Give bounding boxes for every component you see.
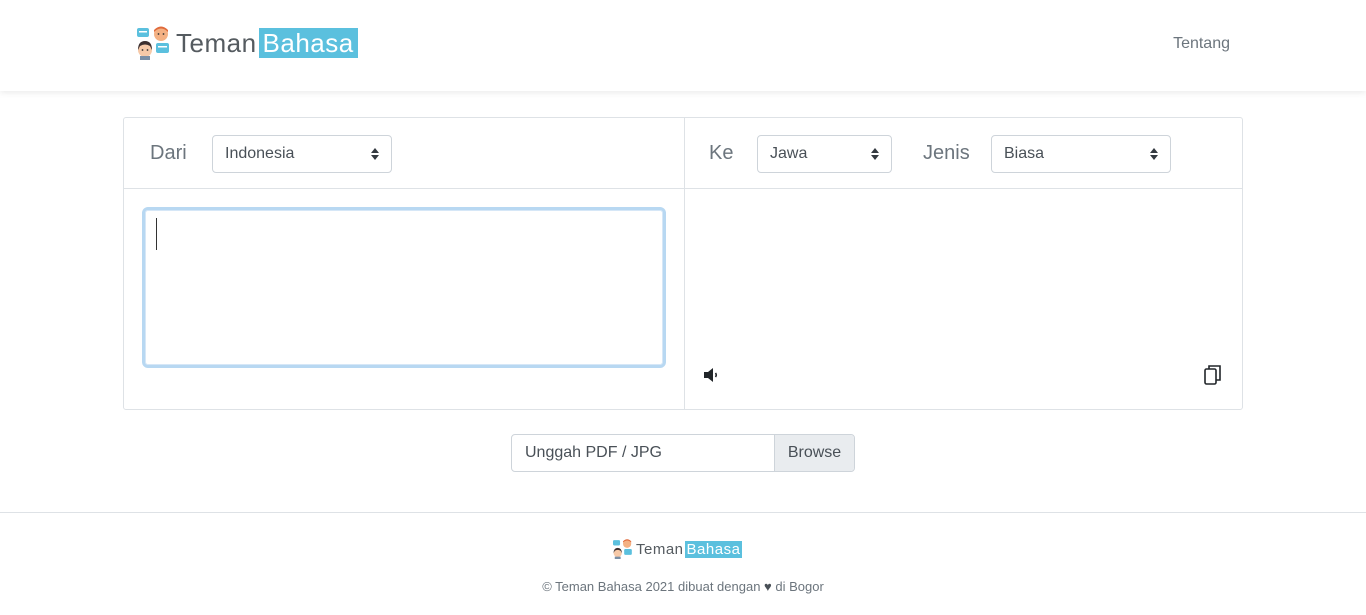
copyright-suffix: di Bogor <box>775 579 824 594</box>
to-language-value: Jawa <box>770 145 808 162</box>
people-chat-icon <box>136 26 172 60</box>
footer-brand-logo[interactable]: Teman Bahasa <box>612 539 743 559</box>
speaker-icon[interactable] <box>702 365 722 385</box>
text-caret <box>156 218 157 250</box>
type-label: Jenis <box>923 142 970 164</box>
row-divider <box>124 188 1242 189</box>
translator-card: Dari Indonesia Ke Jawa Jenis Biasa <box>123 117 1243 410</box>
heart-icon: ♥ <box>764 579 772 594</box>
select-arrows-icon <box>371 148 379 160</box>
footer: Teman Bahasa © Teman Bahasa 2021 dibuat … <box>0 512 1366 615</box>
nav-link-about[interactable]: Tentang <box>1173 35 1230 53</box>
from-language-select[interactable]: Indonesia <box>212 135 392 173</box>
browse-button[interactable]: Browse <box>774 435 854 471</box>
from-language-label: Dari <box>150 142 187 164</box>
copyright-prefix: © Teman Bahasa 2021 dibuat dengan <box>542 579 761 594</box>
brand-text-teman: Teman <box>176 27 257 58</box>
type-value: Biasa <box>1004 145 1045 162</box>
column-divider <box>684 118 685 409</box>
to-language-label: Ke <box>709 142 734 164</box>
copyright-text: © Teman Bahasa 2021 dibuat dengan ♥ di B… <box>0 579 1366 594</box>
brand-text-bahasa: Bahasa <box>258 28 358 58</box>
copy-icon[interactable] <box>1203 364 1223 385</box>
source-text-input[interactable] <box>142 207 666 368</box>
footer-brand-text-teman: Teman <box>636 540 684 558</box>
file-upload-input[interactable]: Unggah PDF / JPG Browse <box>511 434 855 472</box>
type-select[interactable]: Biasa <box>991 135 1171 173</box>
to-language-select[interactable]: Jawa <box>757 135 892 173</box>
select-arrows-icon <box>871 148 879 160</box>
select-arrows-icon <box>1150 148 1158 160</box>
people-chat-icon <box>612 539 634 559</box>
brand-logo[interactable]: Teman Bahasa <box>136 26 358 60</box>
translation-output <box>704 208 1224 358</box>
footer-brand-text-bahasa: Bahasa <box>684 540 743 558</box>
navbar: Teman Bahasa Tentang <box>0 0 1366 91</box>
upload-placeholder: Unggah PDF / JPG <box>525 444 662 461</box>
from-language-value: Indonesia <box>225 145 295 162</box>
